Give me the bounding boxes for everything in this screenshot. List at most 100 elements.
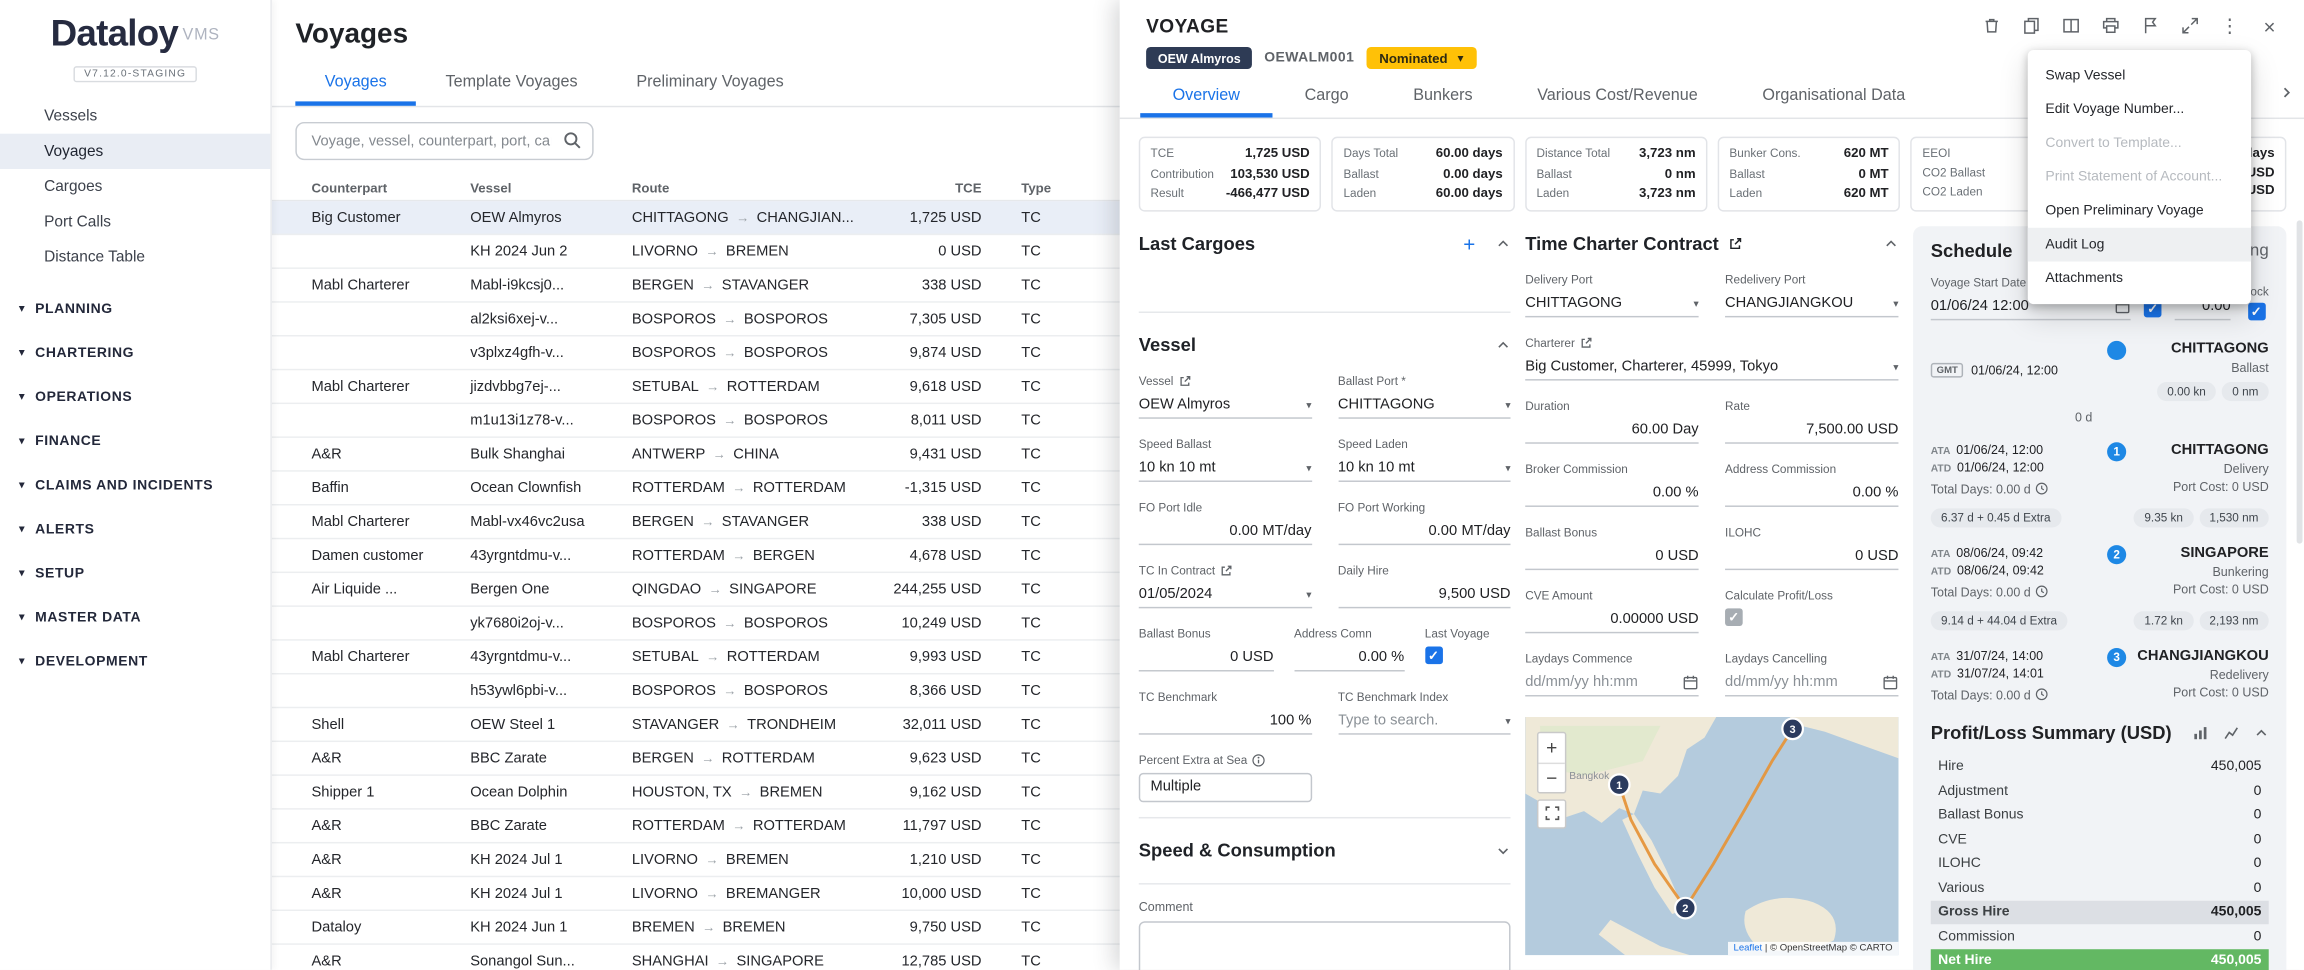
duration-input[interactable]: 60.00 Day: [1525, 418, 1698, 443]
col-header-tce[interactable]: TCE: [885, 180, 982, 195]
fo-port-idle-input[interactable]: 0.00MT/day: [1139, 519, 1312, 544]
calculate-profit-loss-checkbox[interactable]: [1725, 608, 1743, 626]
flag-button[interactable]: [2139, 15, 2161, 37]
menu-item[interactable]: Open Preliminary Voyage: [2028, 194, 2251, 228]
zoom-out-button[interactable]: −: [1538, 762, 1564, 791]
sidebar-section[interactable]: ▾ SETUP: [0, 551, 270, 595]
laydays-commence-input[interactable]: dd/mm/yy hh:mm: [1525, 671, 1698, 696]
panel-tab[interactable]: Organisational Data: [1730, 76, 1938, 117]
ballast-port-select[interactable]: CHITTAGONG▾: [1338, 393, 1511, 418]
schedule-port-call[interactable]: ATA31/07/24, 14:00 ATD31/07/24, 14:01 To…: [1931, 647, 2269, 701]
sidebar-section[interactable]: ▾ MASTER DATA: [0, 595, 270, 639]
sidebar-section[interactable]: ▾ CHARTERING: [0, 331, 270, 375]
menu-item[interactable]: Print Statement of Account...: [2028, 160, 2251, 194]
add-cargo-button[interactable]: +: [1463, 231, 1475, 255]
main-tab[interactable]: Preliminary Voyages: [607, 62, 813, 106]
sidebar-item[interactable]: Distance Table: [0, 240, 270, 275]
panel-tab[interactable]: Cargo: [1272, 76, 1381, 117]
bar-chart-icon[interactable]: [2192, 724, 2208, 740]
panel-tab[interactable]: Overview: [1140, 76, 1272, 117]
delete-button[interactable]: [1981, 15, 2003, 37]
col-header-route[interactable]: Route: [632, 180, 885, 195]
schedule-start-row[interactable]: GMT 01/06/24, 12:00 CHITTAGONG Ballast 0…: [1931, 340, 2269, 400]
lock-checkbox[interactable]: [2247, 302, 2265, 320]
ballast-bonus-input[interactable]: 0 USD: [1139, 646, 1274, 671]
last-voyage-checkbox[interactable]: [1425, 646, 1443, 664]
main-tab[interactable]: Template Voyages: [416, 62, 607, 106]
sidebar-section[interactable]: ▾ PLANNING: [0, 287, 270, 331]
rate-input[interactable]: 7,500.00 USD: [1725, 418, 1898, 443]
zoom-in-button[interactable]: +: [1538, 732, 1564, 761]
ilohc-input[interactable]: 0 USD: [1725, 544, 1898, 569]
search-icon[interactable]: [563, 131, 582, 157]
sidebar-section[interactable]: ▾ FINANCE: [0, 419, 270, 463]
tcc-ballast-bonus-input[interactable]: 0 USD: [1525, 544, 1698, 569]
sidebar-section[interactable]: ▾ ALERTS: [0, 507, 270, 551]
menu-item[interactable]: Convert to Template...: [2028, 126, 2251, 160]
collapse-icon[interactable]: [1496, 236, 1511, 251]
sidebar-section[interactable]: ▾ OPERATIONS: [0, 375, 270, 419]
sidebar-item[interactable]: Cargoes: [0, 169, 270, 204]
leaflet-link[interactable]: Leaflet: [1734, 943, 1763, 953]
address-commission-input[interactable]: 0.00 %: [1725, 481, 1898, 506]
tc-in-contract-select[interactable]: 01/05/2024▾: [1139, 583, 1312, 608]
panel-tab[interactable]: Various Cost/Revenue: [1505, 76, 1730, 117]
calendar-icon[interactable]: [1882, 674, 1898, 690]
redelivery-port-select[interactable]: CHANGJIANGKOU▾: [1725, 292, 1898, 317]
sidebar-item[interactable]: Voyages: [0, 134, 270, 169]
col-header-counterpart[interactable]: Counterpart: [312, 180, 471, 195]
comment-textarea[interactable]: [1139, 921, 1511, 970]
status-select[interactable]: Nominated▾: [1366, 47, 1476, 69]
speed-ballast-select[interactable]: 10 kn 10 mt▾: [1139, 456, 1312, 481]
external-link-icon[interactable]: [1178, 374, 1191, 387]
vessel-select[interactable]: OEW Almyros▾: [1139, 393, 1312, 418]
map-marker-3[interactable]: 3: [1782, 718, 1803, 739]
print-button[interactable]: [2100, 15, 2122, 37]
external-link-icon[interactable]: [1579, 336, 1592, 349]
tc-benchmark-input[interactable]: 100 %: [1139, 709, 1312, 734]
map-fullscreen-button[interactable]: [1537, 799, 1566, 828]
collapse-icon[interactable]: [1884, 236, 1899, 251]
daily-hire-input[interactable]: 9,500 USD: [1338, 583, 1511, 608]
sidebar-item[interactable]: Port Calls: [0, 204, 270, 239]
schedule-port-call[interactable]: ATA08/06/24, 09:42 ATD08/06/24, 09:42 To…: [1931, 544, 2269, 598]
sidebar-section[interactable]: ▾ DEVELOPMENT: [0, 639, 270, 683]
col-header-vessel[interactable]: Vessel: [470, 180, 632, 195]
menu-item[interactable]: Audit Log: [2028, 228, 2251, 262]
collapse-icon[interactable]: [1496, 337, 1511, 352]
map-marker-2[interactable]: 2: [1675, 897, 1696, 918]
broker-commission-input[interactable]: 0.00 %: [1525, 481, 1698, 506]
close-button[interactable]: ×: [2258, 15, 2280, 37]
panel-tab[interactable]: Bunkers: [1381, 76, 1505, 117]
search-input[interactable]: [295, 122, 593, 160]
panel-scrollbar[interactable]: [2297, 220, 2303, 543]
route-map[interactable]: Bangkok 1 2 3 + − Leaflet | © OpenStreet…: [1525, 716, 1898, 954]
address-comn-input[interactable]: 0.00 %: [1294, 646, 1404, 671]
map-marker-1[interactable]: 1: [1609, 774, 1630, 795]
col-header-type[interactable]: Type: [982, 180, 1108, 195]
tc-benchmark-index-select[interactable]: Type to search.▾: [1338, 709, 1511, 734]
line-chart-icon[interactable]: [2223, 724, 2239, 740]
cve-amount-input[interactable]: 0.00000 USD: [1525, 608, 1698, 633]
tabs-scroll-right-button[interactable]: [2279, 81, 2294, 107]
expand-button[interactable]: [2179, 15, 2201, 37]
sidebar-section[interactable]: ▾ CLAIMS AND INCIDENTS: [0, 463, 270, 507]
fo-port-working-input[interactable]: 0.00MT/day: [1338, 519, 1511, 544]
sidebar-item[interactable]: Vessels: [0, 98, 270, 133]
collapse-icon[interactable]: [2254, 725, 2269, 740]
menu-item[interactable]: Attachments: [2028, 262, 2251, 296]
calendar-icon[interactable]: [1682, 674, 1698, 690]
main-tab[interactable]: Voyages: [295, 62, 416, 106]
laydays-cancelling-input[interactable]: dd/mm/yy hh:mm: [1725, 671, 1898, 696]
expand-section-icon[interactable]: [1496, 843, 1511, 858]
charterer-select[interactable]: Big Customer, Charterer, 45999, Tokyo▾: [1525, 355, 1898, 380]
percent-extra-input[interactable]: Multiple: [1139, 772, 1312, 801]
speed-laden-select[interactable]: 10 kn 10 mt▾: [1338, 456, 1511, 481]
compare-button[interactable]: [2060, 15, 2082, 37]
schedule-port-call[interactable]: ATA01/06/24, 12:00 ATD01/06/24, 12:00 To…: [1931, 442, 2269, 496]
external-link-icon[interactable]: [1220, 564, 1233, 577]
external-link-icon[interactable]: [1728, 236, 1743, 251]
delivery-port-select[interactable]: CHITTAGONG▾: [1525, 292, 1698, 317]
more-button[interactable]: ⋮: [2219, 15, 2241, 37]
menu-item[interactable]: Edit Voyage Number...: [2028, 93, 2251, 127]
